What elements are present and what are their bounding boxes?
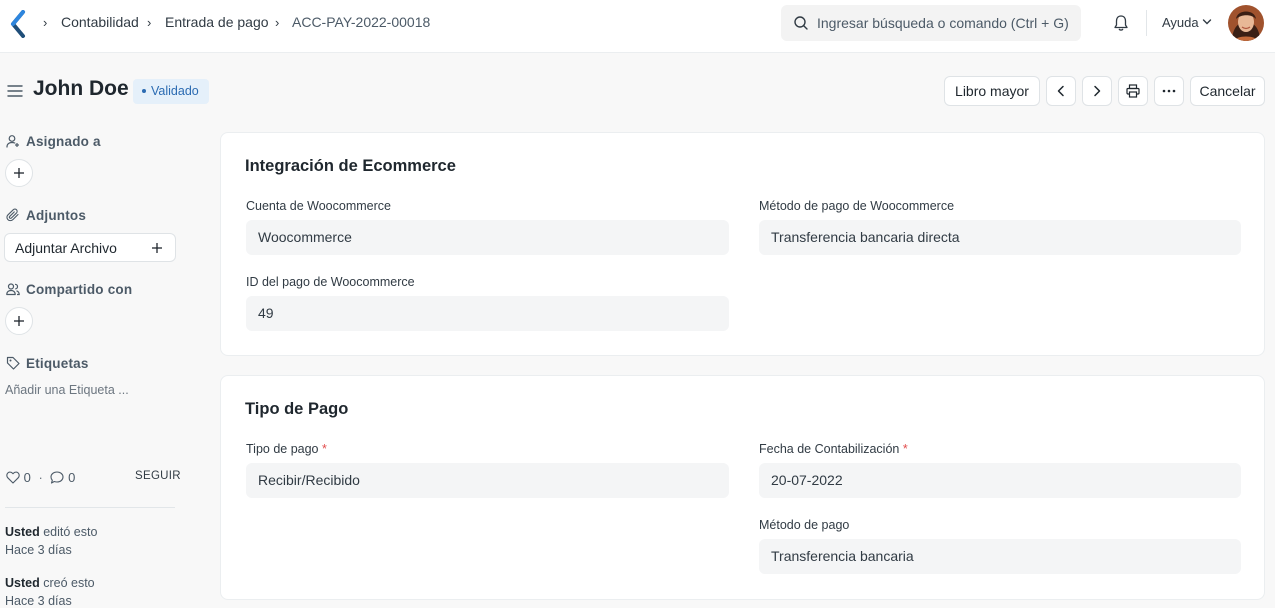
- plus-icon: [14, 168, 24, 178]
- navbar: › Contabilidad › Entrada de pago › ACC-P…: [0, 0, 1275, 53]
- required-indicator: *: [322, 442, 327, 456]
- field-label-text: Tipo de pago: [246, 442, 319, 456]
- assigned-to-section: Asignado a: [6, 134, 101, 149]
- status-badge: Validado: [133, 79, 209, 104]
- next-doc-button[interactable]: [1082, 76, 1112, 106]
- section-title: Integración de Ecommerce: [245, 157, 456, 175]
- field-label: Tipo de pago *: [246, 442, 327, 456]
- activity-user: Usted: [5, 525, 40, 539]
- user-add-icon: [6, 135, 19, 148]
- heart-icon[interactable]: [6, 471, 20, 484]
- more-icon: [1162, 89, 1176, 93]
- divider: [1146, 10, 1147, 36]
- field-label-text: Fecha de Contabilización: [759, 442, 900, 456]
- field-label: Método de pago: [759, 518, 850, 532]
- likes-count: 0: [23, 470, 31, 485]
- breadcrumb-item[interactable]: Contabilidad: [61, 14, 139, 30]
- ecommerce-section: Integración de Ecommerce Cuenta de Wooco…: [220, 132, 1265, 356]
- attachments-label: Adjuntos: [26, 208, 87, 223]
- breadcrumb-item[interactable]: ACC-PAY-2022-00018: [292, 14, 430, 30]
- search-input[interactable]: Ingresar búsqueda o comando (Ctrl + G): [781, 5, 1081, 41]
- shared-with-section: Compartido con: [6, 282, 132, 297]
- activity-action: editó esto: [43, 525, 98, 539]
- paperclip-icon: [6, 208, 19, 222]
- field-label: Método de pago de Woocommerce: [759, 199, 955, 213]
- help-menu[interactable]: Ayuda: [1162, 15, 1199, 30]
- activity-item: Usted editó esto: [5, 525, 97, 539]
- breadcrumb-item[interactable]: Entrada de pago: [165, 14, 269, 30]
- tags-label: Etiquetas: [26, 356, 89, 371]
- add-tag-link[interactable]: Añadir una Etiqueta ...: [5, 383, 129, 397]
- activity-time: Hace 3 días: [5, 543, 72, 557]
- page-title: John Doe: [33, 77, 129, 100]
- woocommerce-account-field[interactable]: Woocommerce: [246, 220, 729, 255]
- notification-bell-icon[interactable]: [1112, 14, 1130, 32]
- attach-file-button[interactable]: Adjuntar Archivo: [4, 233, 176, 262]
- comment-icon: [50, 471, 65, 484]
- required-indicator: *: [902, 442, 908, 456]
- activity-time: Hace 3 días: [5, 594, 72, 608]
- posting-date-field[interactable]: 20-07-2022: [759, 463, 1241, 498]
- shared-with-label: Compartido con: [26, 282, 133, 297]
- follow-button[interactable]: SEGUIR: [135, 470, 181, 482]
- cancel-button[interactable]: Cancelar: [1190, 76, 1265, 106]
- tags-section: Etiquetas: [6, 356, 89, 371]
- woocommerce-payment-method-field[interactable]: Transferencia bancaria directa: [759, 220, 1241, 255]
- chevron-right-icon: ›: [275, 15, 280, 30]
- chevron-down-icon[interactable]: [1202, 18, 1212, 26]
- engagement-stats: 0 · 0: [6, 470, 75, 485]
- payment-type-select[interactable]: Recibir/Recibido: [246, 463, 729, 498]
- previous-doc-button[interactable]: [1046, 76, 1076, 106]
- search-placeholder: Ingresar búsqueda o comando (Ctrl + G): [817, 15, 1069, 31]
- woocommerce-payment-id-field[interactable]: 49: [246, 296, 729, 331]
- status-dot: [142, 88, 146, 93]
- attachments-section: Adjuntos: [6, 208, 86, 223]
- chevron-right-icon: ›: [43, 15, 48, 30]
- ledger-button[interactable]: Libro mayor: [944, 76, 1040, 106]
- user-avatar[interactable]: [1228, 5, 1264, 41]
- activity-user: Usted: [5, 576, 40, 590]
- attach-file-label: Adjuntar Archivo: [15, 240, 117, 256]
- add-share-button[interactable]: [5, 307, 33, 335]
- printer-icon: [1126, 84, 1140, 98]
- field-label: ID del pago de Woocommerce: [246, 275, 415, 289]
- app-logo-icon[interactable]: [8, 10, 28, 38]
- divider: [5, 507, 175, 508]
- assigned-to-label: Asignado a: [26, 134, 101, 149]
- print-button[interactable]: [1118, 76, 1148, 106]
- comments-count: 0: [68, 470, 76, 485]
- search-icon: [794, 16, 808, 30]
- users-icon: [6, 283, 20, 296]
- field-label: Cuenta de Woocommerce: [246, 199, 391, 213]
- plus-icon: [14, 316, 24, 326]
- sidebar-toggle-icon[interactable]: [7, 84, 23, 98]
- chevron-right-icon: [1094, 85, 1101, 97]
- add-assignee-button[interactable]: [5, 159, 33, 187]
- chevron-right-icon: ›: [147, 15, 152, 30]
- payment-type-section: Tipo de Pago Tipo de pago * Recibir/Reci…: [220, 375, 1265, 600]
- mode-of-payment-field[interactable]: Transferencia bancaria: [759, 539, 1241, 574]
- chevron-left-icon: [1057, 85, 1064, 97]
- separator-dot: ·: [38, 470, 43, 485]
- section-title: Tipo de Pago: [245, 400, 349, 418]
- tag-icon: [6, 356, 20, 370]
- more-actions-button[interactable]: [1154, 76, 1184, 106]
- plus-icon: [152, 243, 162, 253]
- activity-action: creó esto: [43, 576, 95, 590]
- status-label: Validado: [151, 84, 199, 98]
- field-label: Fecha de Contabilización *: [759, 442, 908, 456]
- activity-item: Usted creó esto: [5, 576, 95, 590]
